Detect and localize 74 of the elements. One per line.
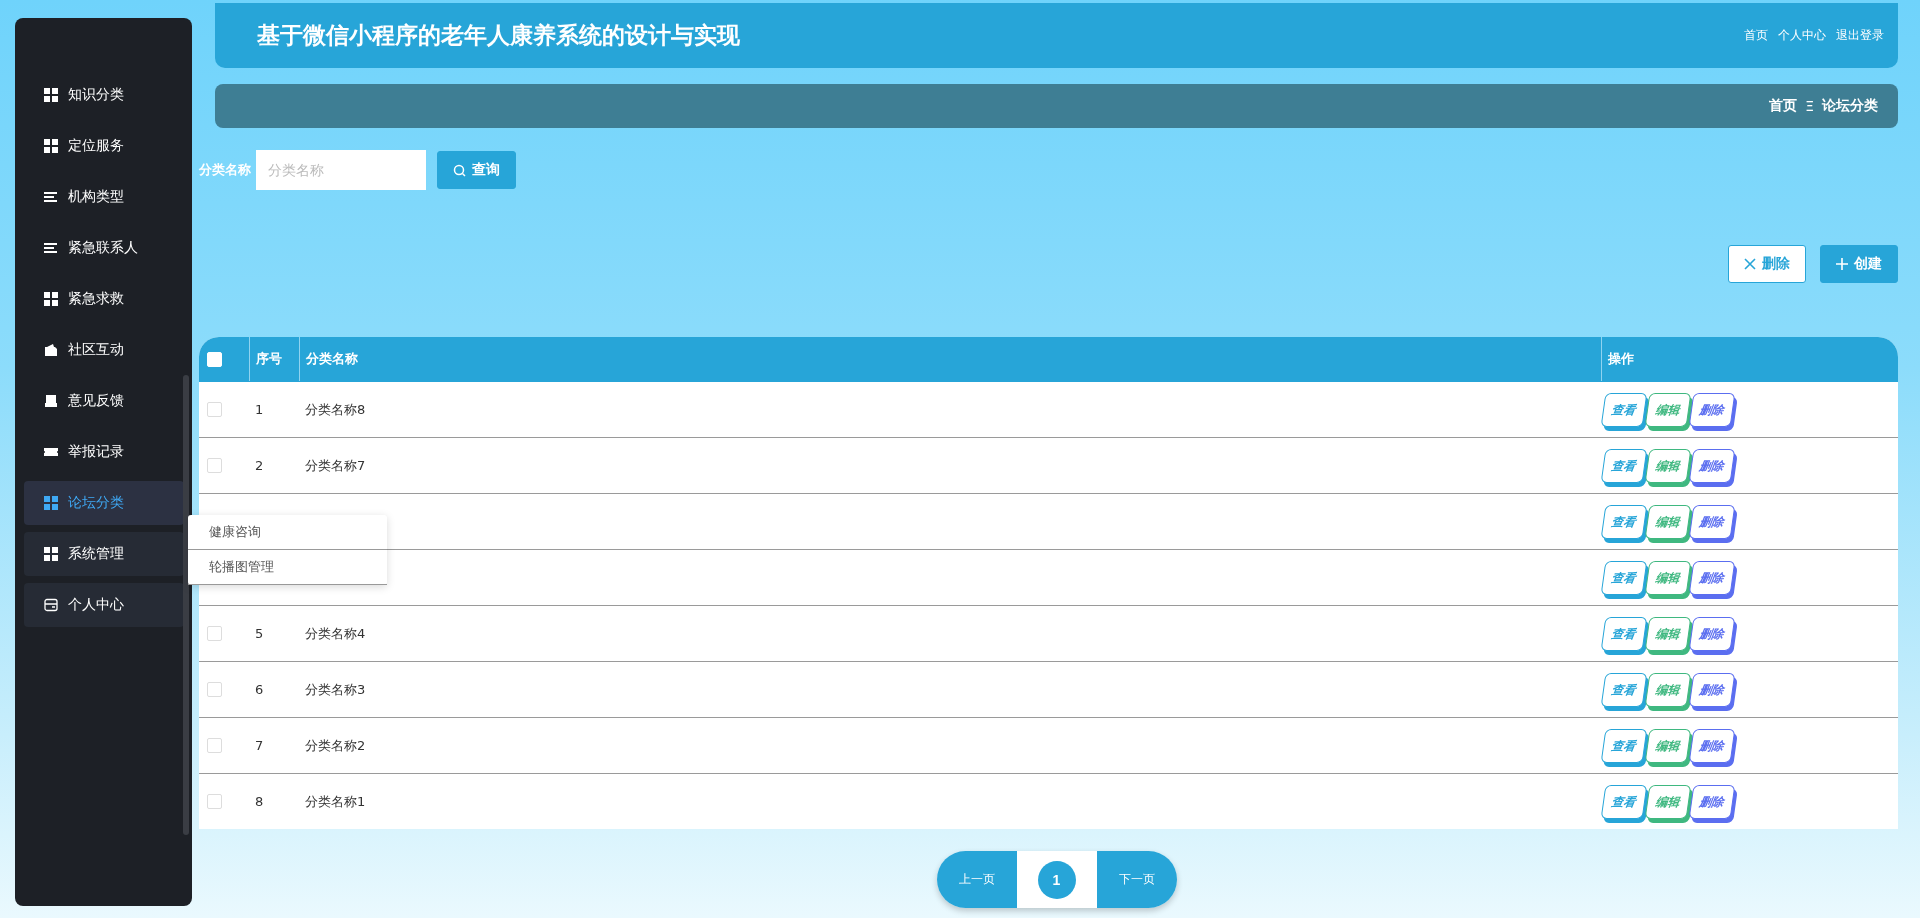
tray-icon [44,394,58,408]
table-cell-text: 分类名称4 [304,624,367,643]
menu-label: 定位服务 [68,137,124,155]
page-title: 基于微信小程序的老年人康养系统的设计与实现 [257,21,740,50]
search-label: 分类名称 [199,161,251,179]
menu-label: 知识分类 [68,86,124,104]
table-cell-text: 6 [254,681,265,699]
column-header: 序号 [249,337,299,381]
grid-icon [44,139,58,153]
plus-icon [1836,258,1848,270]
header-link[interactable]: 退出登录 [1836,27,1884,44]
menu-label: 意见反馈 [68,392,124,410]
sidebar-item[interactable]: 紧急联系人 [24,226,184,270]
table-cell-text: 2 [254,457,265,475]
grid-icon [44,496,58,510]
row-checkbox[interactable] [207,458,222,473]
list-icon [44,241,58,255]
column-header: 分类名称 [299,337,1601,381]
close-icon [1744,258,1756,270]
menu-label: 举报记录 [68,443,124,461]
menu-label: 紧急求救 [68,290,124,308]
row-checkbox[interactable] [207,402,222,417]
sidebar-item[interactable]: 个人中心 [24,583,184,627]
list-icon [44,190,58,204]
table-cell-text: 分类名称8 [304,400,367,419]
sidebar-item[interactable]: 紧急求救 [24,277,184,321]
sidebar-item[interactable]: 系统管理 [24,532,184,576]
grid-icon [44,292,58,306]
table-cell-text: 8 [254,793,265,811]
row-checkbox[interactable] [207,794,222,809]
next-page-button[interactable]: 下一页 [1096,851,1177,908]
search-field[interactable]: 分类名称 [256,150,426,190]
table-cell-text: 分类名称7 [304,456,367,475]
breadcrumb-current: 论坛分类 [1822,97,1878,115]
row-checkbox[interactable] [207,738,222,753]
sidebar-item[interactable]: 机构类型 [24,175,184,219]
page-number[interactable]: 1 [1037,860,1076,899]
delete-button[interactable]: 删除 [1728,245,1806,283]
ticket-icon [44,445,58,459]
create-button[interactable]: 创建 [1820,245,1898,283]
sidebar-item[interactable]: 论坛分类 [24,481,184,525]
table-cell-text: 5 [254,625,265,643]
grid-icon [44,88,58,102]
header-link[interactable]: 首页 [1744,27,1768,44]
menu-label: 机构类型 [68,188,124,206]
grid-icon [44,547,58,561]
menu-label: 社区互动 [68,341,124,359]
table-cell-text: 1 [254,401,265,419]
table-cell-text: 分类名称3 [304,680,367,699]
select-all-checkbox[interactable] [207,351,222,367]
wallet-icon [44,343,58,357]
search-icon [453,163,466,177]
table-cell-text: 分类名称1 [304,792,367,811]
sidebar-item[interactable]: 举报记录 [24,430,184,474]
header-link[interactable]: 个人中心 [1778,27,1826,44]
scrollbar[interactable] [183,375,189,835]
table-cell-text: 7 [254,737,265,755]
menu-label: 系统管理 [68,545,124,563]
sidebar-item[interactable]: 定位服务 [24,124,184,168]
sidebar-item[interactable]: 社区互动 [24,328,184,372]
card-icon [44,598,58,612]
menu-label: 紧急联系人 [68,239,138,257]
sidebar-item[interactable]: 意见反馈 [24,379,184,423]
menu-label: 个人中心 [68,596,124,614]
breadcrumb-separator: Ξ [1805,98,1814,114]
menu-label: 论坛分类 [68,494,124,512]
search-button[interactable]: 查询 [437,151,516,189]
column-header: 操作 [1601,337,1898,381]
breadcrumb-home[interactable]: 首页 [1769,97,1798,115]
sidebar-item[interactable]: 知识分类 [24,73,184,117]
row-checkbox[interactable] [207,626,222,641]
prev-page-button[interactable]: 上一页 [936,851,1017,908]
row-checkbox[interactable] [207,682,222,697]
table-cell-text: 分类名称2 [304,736,367,755]
